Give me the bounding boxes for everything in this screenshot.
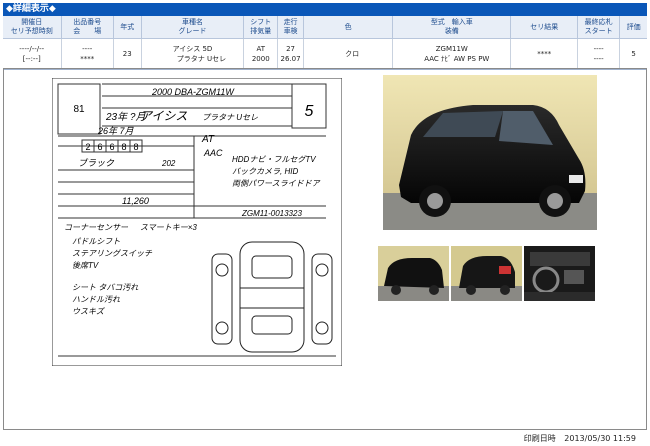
cell-color: クロ [303, 38, 394, 70]
cell-date: ----/--/-- [--:--] [3, 38, 62, 70]
cell-car: アイシス 5D プラタナ Uセレ [141, 38, 245, 70]
sheet-note-5: 後席TV [72, 261, 99, 270]
cell-bid: ---- ---- [577, 38, 621, 70]
sheet-serial: ZGM11-0013323 [241, 209, 302, 218]
sheet-note-1: コーナーセンサー [64, 223, 129, 232]
cell-score: 5 [619, 38, 647, 70]
sheet-inspector-2: ハンドル汚れ [72, 295, 121, 304]
sheet-point-1: HDDナビ・フルセグTV [232, 155, 316, 164]
sheet-ac: AAC [203, 148, 223, 158]
svg-text:6: 6 [97, 142, 102, 152]
sheet-color-code: 202 [161, 159, 176, 168]
col-color: 色 [303, 16, 394, 39]
vehicle-main-photo[interactable] [383, 75, 597, 230]
svg-text:6: 6 [109, 142, 114, 152]
col-model: 型式 輸入車 装備 [392, 16, 512, 39]
auction-sheet-image[interactable]: 81 2000 DBA-ZGM11W 5 23年 ?月 アイシス プラタナ Uセ… [52, 78, 342, 366]
col-shift: シフト 排気量 [243, 16, 279, 39]
col-year: 年式 [113, 16, 142, 39]
sheet-score: 5 [305, 103, 314, 120]
col-result: セリ結果 [510, 16, 579, 39]
sheet-recycle: 11,260 [122, 196, 149, 206]
section-title: ◆詳細表示◆ [6, 4, 56, 14]
sheet-note-3: パドルシフト [72, 237, 120, 246]
sheet-cc-model: 2000 DBA-ZGM11W [151, 87, 235, 97]
sheet-note-2: スマートキー×3 [140, 223, 197, 232]
cell-model: ZGM11W AAC ﾅﾋﾞ AW PS PW [392, 38, 512, 70]
sheet-lot-number: 81 [73, 104, 85, 115]
svg-text:8: 8 [121, 142, 126, 152]
svg-text:2: 2 [85, 142, 90, 152]
col-bid: 最終応札 スタート [577, 16, 621, 39]
sheet-shift: AT [201, 134, 215, 145]
svg-text:8: 8 [133, 142, 138, 152]
vehicle-thumb-front[interactable] [378, 246, 449, 301]
print-value: 2013/05/30 11:59 [564, 434, 636, 443]
sheet-car: アイシス [140, 109, 187, 123]
col-car: 車種名 グレード [141, 16, 245, 39]
cell-shift: AT 2000 [243, 38, 279, 70]
print-datetime: 印刷日時 2013/05/30 11:59 [518, 433, 636, 444]
table-header-row: 開催日 セリ予想時刻 出品番号会 場 年式 車種名 グレード シフト 排気量 走行 車検… [3, 16, 647, 39]
sheet-point-2: バックカメラ, HID [232, 167, 298, 176]
sheet-note-4: ステアリングスイッチ [72, 249, 153, 258]
col-lot: 出品番号会 場 [61, 16, 114, 39]
sheet-inspector-3: ウスキズ [72, 307, 106, 316]
col-date: 開催日 セリ予想時刻 [3, 16, 62, 39]
vehicle-thumb-rear[interactable] [451, 246, 522, 301]
sheet-inspection: 26年 7月 [97, 126, 135, 136]
sheet-grade: プラタナ Uセレ [202, 113, 258, 122]
sheet-inspector-1: シート タバコ汚れ [72, 283, 139, 292]
cell-result: **** [510, 38, 579, 70]
table-row: ----/--/-- [--:--] ---- **** 23 アイシス 5D プラタ… [3, 38, 647, 70]
sheet-point-3: 両側パワースライドドア [232, 179, 321, 188]
cell-mileage: 27 26.07 [277, 38, 304, 70]
sheet-color: ブラック [78, 158, 115, 168]
section-title-bar: ◆詳細表示◆ [3, 3, 647, 16]
cell-lot: ---- **** [61, 38, 114, 70]
col-mileage: 走行 車検 [277, 16, 304, 39]
print-label: 印刷日時 [523, 434, 556, 443]
col-score: 評価 [619, 16, 647, 39]
cell-year: 23 [113, 38, 142, 70]
vehicle-info-table: 開催日 セリ予想時刻 出品番号会 場 年式 車種名 グレード シフト 排気量 走行 車検… [3, 16, 647, 70]
vehicle-thumb-interior[interactable] [524, 246, 595, 301]
